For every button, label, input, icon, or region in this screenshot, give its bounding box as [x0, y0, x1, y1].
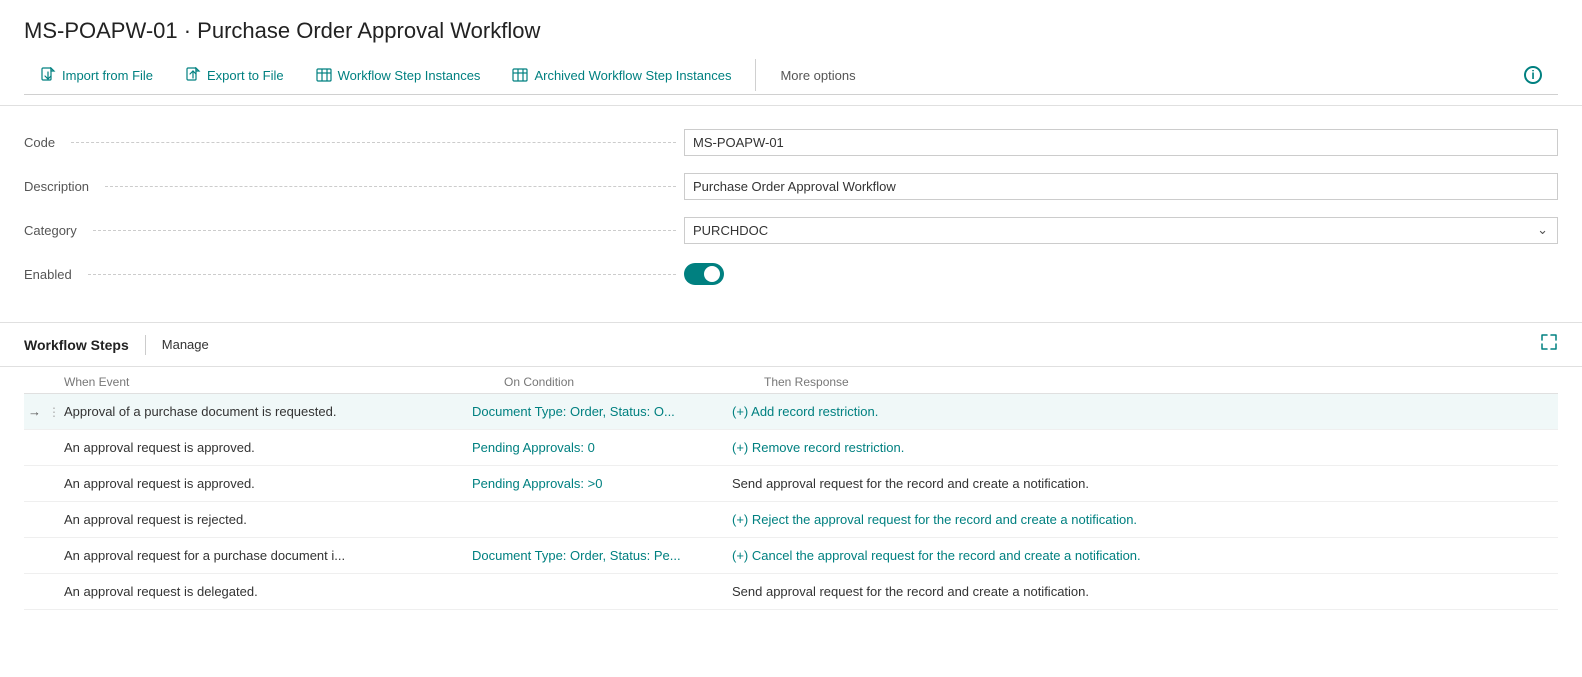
drag-handle[interactable]: ⋮	[48, 405, 64, 419]
export-icon	[185, 67, 201, 83]
col-then-response-header: Then Response	[764, 375, 1558, 389]
row-when-event: An approval request is delegated.	[64, 578, 464, 605]
description-dots	[105, 186, 676, 187]
page-title: MS-POAPW-01 · Purchase Order Approval Wo…	[24, 18, 1558, 44]
enabled-toggle[interactable]	[684, 263, 724, 285]
import-icon	[40, 67, 56, 83]
enabled-label-group: Enabled	[24, 267, 684, 282]
table-row[interactable]: An approval request is approved. Pending…	[24, 466, 1558, 502]
enabled-row: Enabled	[24, 258, 1558, 290]
table-row[interactable]: An approval request is delegated. Send a…	[24, 574, 1558, 610]
code-input[interactable]	[684, 129, 1558, 156]
row-on-condition	[464, 514, 724, 526]
archived-workflow-step-instances-button[interactable]: Archived Workflow Step Instances	[496, 57, 747, 93]
enabled-field	[684, 263, 1558, 285]
manage-button[interactable]: Manage	[162, 337, 209, 352]
code-dots	[71, 142, 676, 143]
code-label-group: Code	[24, 135, 684, 150]
category-field: PURCHDOC ⌄	[684, 217, 1558, 244]
row-on-condition: Pending Approvals: 0	[464, 434, 724, 461]
import-from-file-button[interactable]: Import from File	[24, 57, 169, 93]
archived-instances-icon	[512, 67, 528, 83]
row-on-condition	[464, 586, 724, 598]
row-then-response: Send approval request for the record and…	[724, 470, 1558, 497]
enabled-label: Enabled	[24, 267, 72, 282]
table-body: → ⋮ Approval of a purchase document is r…	[24, 394, 1558, 610]
expand-icon[interactable]	[1540, 333, 1558, 356]
table-row[interactable]: An approval request is approved. Pending…	[24, 430, 1558, 466]
toolbar: Import from File Export to File	[24, 56, 1558, 95]
table-row[interactable]: → ⋮ Approval of a purchase document is r…	[24, 394, 1558, 430]
workflow-step-instances-button[interactable]: Workflow Step Instances	[300, 57, 497, 93]
table-row[interactable]: An approval request is rejected. (+) Rej…	[24, 502, 1558, 538]
category-label-group: Category	[24, 223, 684, 238]
row-on-condition: Document Type: Order, Status: O...	[464, 398, 724, 425]
workflow-steps-header: Workflow Steps Manage	[0, 323, 1582, 367]
col-on-condition-header: On Condition	[504, 375, 764, 389]
workflow-instances-label: Workflow Step Instances	[338, 68, 481, 83]
code-row: Code	[24, 126, 1558, 158]
row-when-event: An approval request is approved.	[64, 470, 464, 497]
description-field	[684, 173, 1558, 200]
export-label: Export to File	[207, 68, 284, 83]
export-to-file-button[interactable]: Export to File	[169, 57, 300, 93]
category-row: Category PURCHDOC ⌄	[24, 214, 1558, 246]
enabled-dots	[88, 274, 676, 275]
code-field	[684, 129, 1558, 156]
category-dots	[93, 230, 676, 231]
table-row[interactable]: An approval request for a purchase docum…	[24, 538, 1558, 574]
form-section: Code Description Category PURCHDOC ⌄	[0, 106, 1582, 323]
row-then-response: (+) Add record restriction.	[724, 398, 1558, 425]
description-input[interactable]	[684, 173, 1558, 200]
toolbar-separator	[755, 59, 756, 91]
more-options-label: More options	[780, 68, 855, 83]
row-then-response: Send approval request for the record and…	[724, 578, 1558, 605]
workflow-steps-separator	[145, 335, 146, 355]
row-then-response: (+) Reject the approval request for the …	[724, 506, 1558, 533]
workflow-steps-title: Workflow Steps	[24, 337, 129, 353]
row-when-event: Approval of a purchase document is reque…	[64, 398, 464, 425]
row-when-event: An approval request is rejected.	[64, 506, 464, 533]
archived-instances-label: Archived Workflow Step Instances	[534, 68, 731, 83]
description-row: Description	[24, 170, 1558, 202]
table-section: When Event On Condition Then Response → …	[0, 367, 1582, 610]
row-when-event: An approval request is approved.	[64, 434, 464, 461]
description-label-group: Description	[24, 179, 684, 194]
row-when-event: An approval request for a purchase docum…	[64, 542, 464, 569]
import-label: Import from File	[62, 68, 153, 83]
toggle-slider	[684, 263, 724, 285]
workflow-instances-icon	[316, 67, 332, 83]
category-select[interactable]: PURCHDOC	[684, 217, 1558, 244]
category-label: Category	[24, 223, 77, 238]
info-button[interactable]: i	[1508, 56, 1558, 94]
col-when-event-header: When Event	[64, 375, 504, 389]
category-select-wrapper: PURCHDOC ⌄	[684, 217, 1558, 244]
code-label: Code	[24, 135, 55, 150]
table-header: When Event On Condition Then Response	[24, 367, 1558, 394]
row-arrow: →	[24, 404, 48, 419]
row-then-response: (+) Remove record restriction.	[724, 434, 1558, 461]
more-options-button[interactable]: More options	[764, 58, 871, 93]
info-icon: i	[1524, 66, 1542, 84]
page-header: MS-POAPW-01 · Purchase Order Approval Wo…	[0, 0, 1582, 106]
row-on-condition: Document Type: Order, Status: Pe...	[464, 542, 724, 569]
row-then-response: (+) Cancel the approval request for the …	[724, 542, 1558, 569]
row-on-condition: Pending Approvals: >0	[464, 470, 724, 497]
description-label: Description	[24, 179, 89, 194]
